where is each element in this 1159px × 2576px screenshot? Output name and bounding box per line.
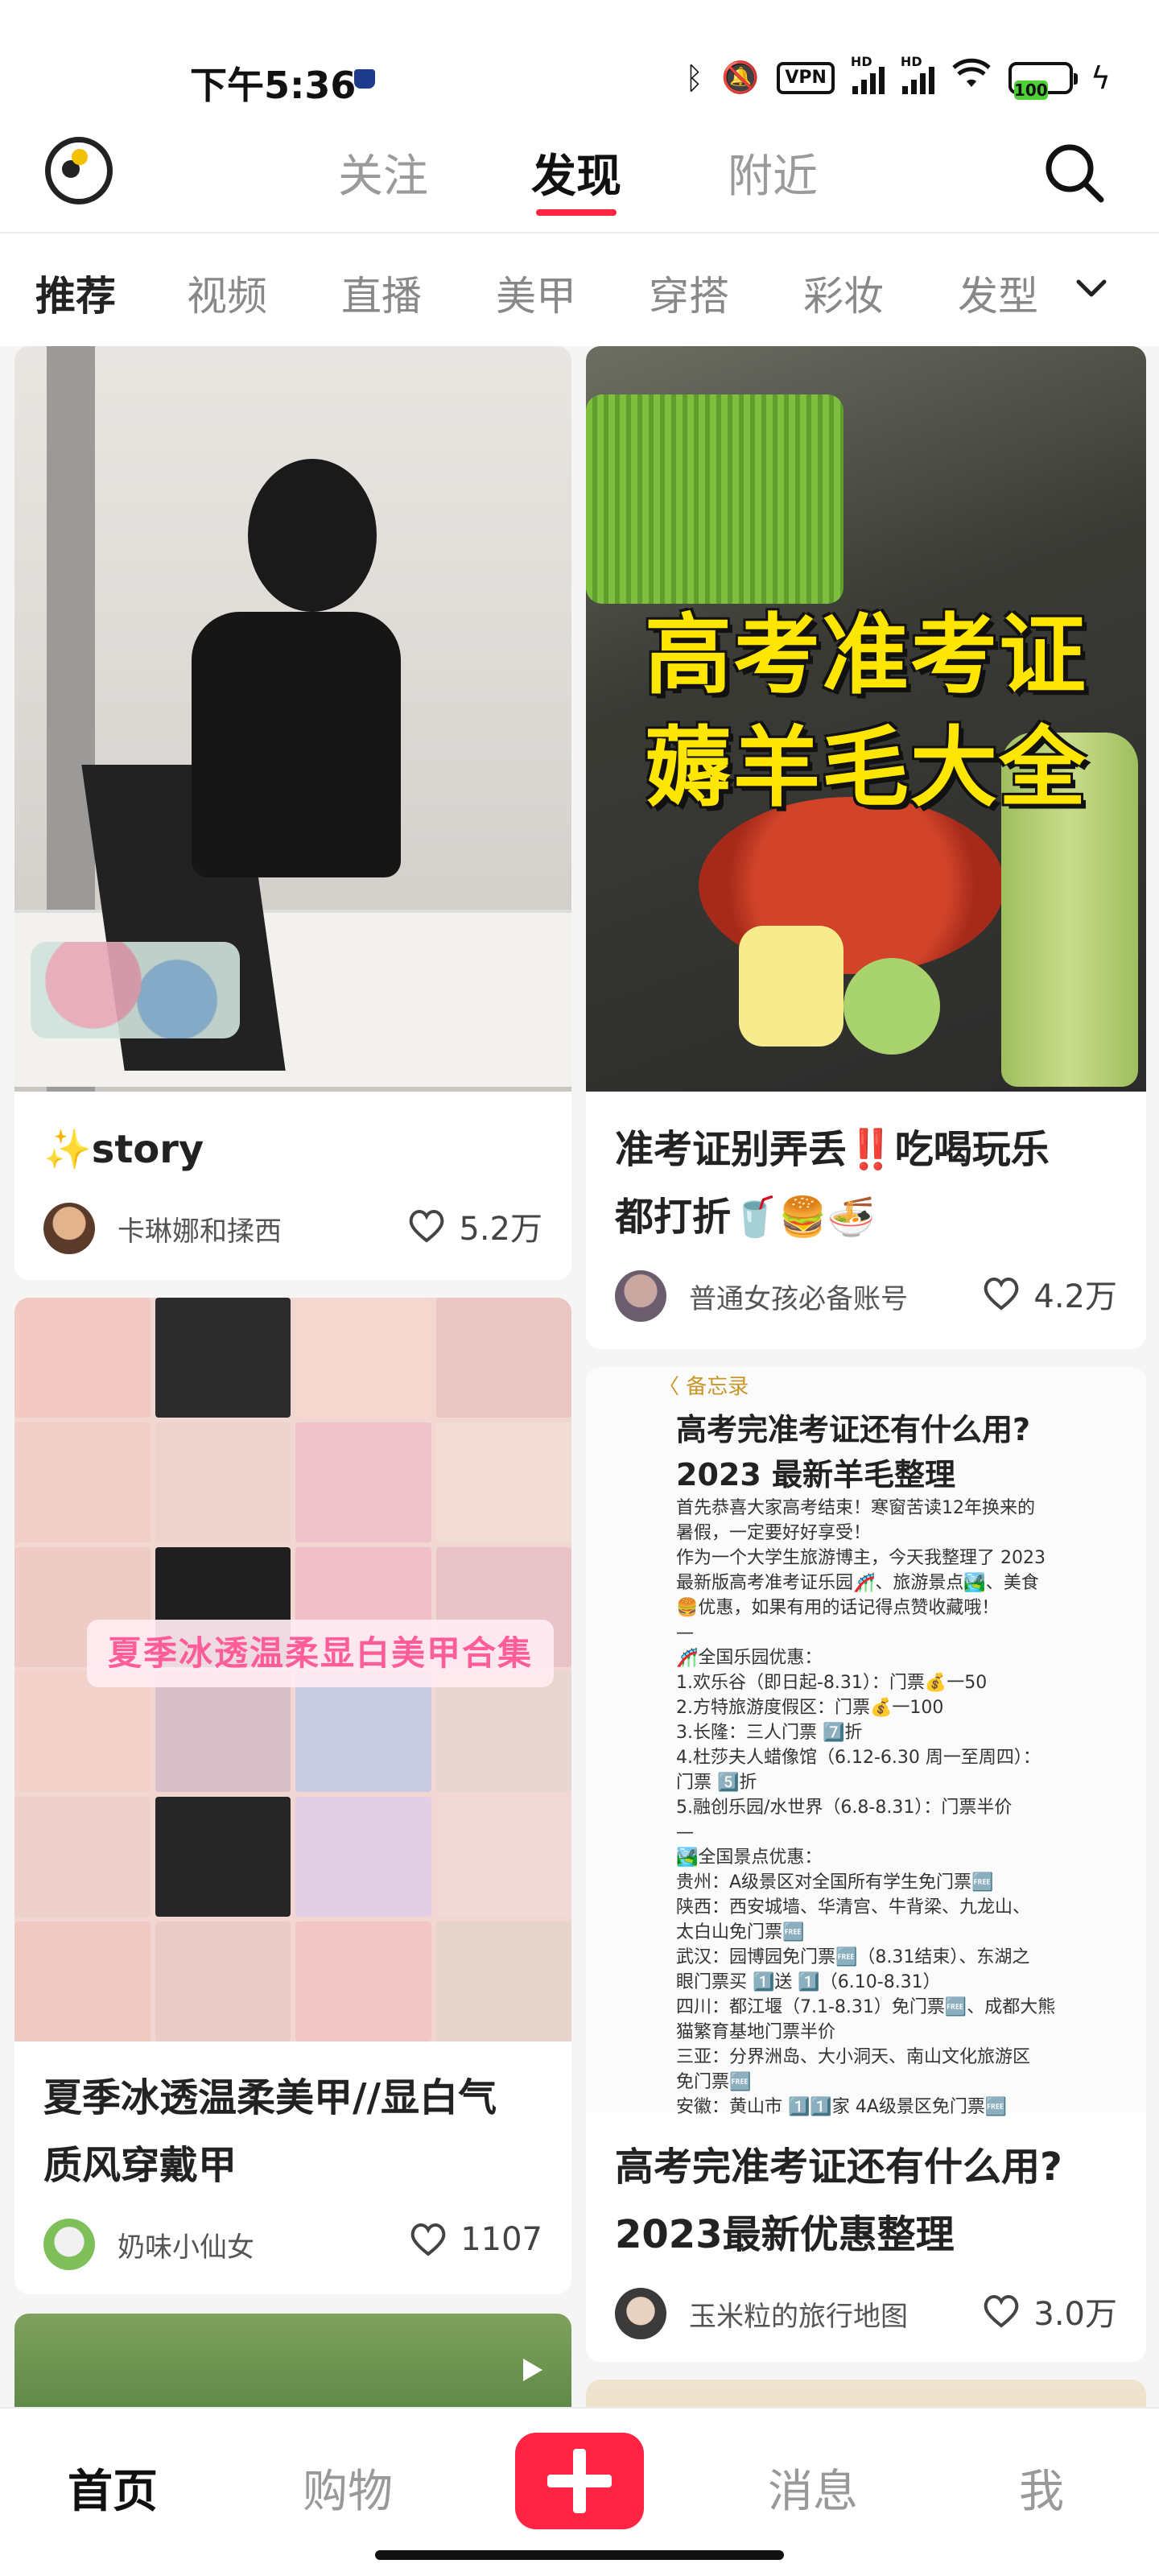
like-button[interactable]: 4.2万 <box>980 1270 1117 1317</box>
author-name: 奶味小仙女 <box>118 2231 254 2264</box>
card-author[interactable]: 卡琳娜和揉西 <box>43 1203 282 1254</box>
publish-button[interactable] <box>515 2433 644 2529</box>
search-icon[interactable] <box>1041 140 1106 204</box>
like-count: 5.2万 <box>459 1211 542 1248</box>
tab-messages[interactable]: 消息 <box>768 2455 858 2520</box>
avatar <box>43 1203 95 1254</box>
card-author[interactable]: 普通女孩必备账号 <box>615 1270 908 1322</box>
card-image: 夏季冰透温柔显白美甲合集 <box>14 1298 571 2041</box>
home-indicator[interactable] <box>375 2550 784 2560</box>
tab-nearby[interactable]: 附近 <box>728 140 818 205</box>
memo-back-link: 〈 备忘录 <box>658 1375 749 1399</box>
like-button[interactable]: 1107 <box>407 2219 542 2260</box>
tab-discover[interactable]: 发现 <box>531 140 621 205</box>
status-time: 下午5:36 <box>190 64 357 107</box>
card-image: 〈 备忘录 高考完准考证还有什么用? 2023 最新羊毛整理 首先恭喜大家高考结… <box>586 1367 1146 2117</box>
status-icons: ᛒ 🔕 VPN HD HD 100 ϟ <box>685 54 1111 100</box>
avatar <box>615 1270 666 1322</box>
like-count: 3.0万 <box>1033 2296 1117 2333</box>
avatar <box>615 2288 666 2339</box>
tab-home[interactable]: 首页 <box>68 2455 158 2520</box>
author-name: 卡琳娜和揉西 <box>118 1215 282 1248</box>
feed-card[interactable]: 高考准考证 薅羊毛大全 准考证别弄丢‼️吃喝玩乐 都打折🥤🍔🍜 普通女孩必备账号… <box>586 346 1146 1349</box>
category-nails[interactable]: 美甲 <box>496 264 576 322</box>
like-count: 1107 <box>460 2221 542 2258</box>
heart-icon <box>409 1210 444 1243</box>
video-play-icon <box>523 2359 542 2381</box>
card-image: 高考准考证 薅羊毛大全 <box>586 346 1146 1092</box>
top-nav: 关注 发现 附近 <box>0 137 1159 233</box>
chevron-down-icon[interactable] <box>1069 266 1114 311</box>
category-bar: 推荐 视频 直播 美甲 穿搭 彩妆 发型 <box>0 233 1159 346</box>
bluetooth-icon: ᛒ <box>685 60 704 96</box>
category-makeup[interactable]: 彩妆 <box>803 264 884 322</box>
image-overlay-text: 高考准考证 <box>644 605 1087 706</box>
mute-bell-icon: 🔕 <box>721 60 760 95</box>
card-title-line2: 都打折🥤🍔🍜 <box>615 1195 876 1240</box>
heart-icon <box>984 2295 1019 2328</box>
camera-logo-icon[interactable] <box>45 137 113 204</box>
like-button[interactable]: 5.2万 <box>406 1203 542 1249</box>
charging-icon: ϟ <box>1090 60 1111 96</box>
card-title: ✨story <box>43 1127 204 1172</box>
category-video[interactable]: 视频 <box>187 264 267 322</box>
notification-app-icon <box>354 69 375 89</box>
card-author[interactable]: 玉米粒的旅行地图 <box>615 2288 908 2339</box>
vpn-icon: VPN <box>777 61 835 94</box>
card-title: 准考证别弄丢‼️吃喝玩乐 <box>615 1127 1050 1172</box>
battery-icon: 100 <box>1008 61 1078 100</box>
feed-card[interactable]: ✨story 卡琳娜和揉西 5.2万 <box>14 346 571 1280</box>
author-name: 玉米粒的旅行地图 <box>689 2300 908 2333</box>
like-count: 4.2万 <box>1033 1278 1117 1315</box>
card-title: 高考完准考证还有什么用? <box>615 2145 1062 2190</box>
card-title-line2: 质风穿戴甲 <box>43 2143 237 2188</box>
category-outfit[interactable]: 穿搭 <box>649 264 729 322</box>
like-button[interactable]: 3.0万 <box>980 2288 1117 2334</box>
author-name: 普通女孩必备账号 <box>689 1282 908 1315</box>
feed-card[interactable]: 〈 备忘录 高考完准考证还有什么用? 2023 最新羊毛整理 首先恭喜大家高考结… <box>586 1367 1146 2362</box>
signal-icon: HD <box>851 54 885 94</box>
tab-shop[interactable]: 购物 <box>303 2455 393 2520</box>
active-tab-underline <box>536 209 617 216</box>
status-bar: 下午5:36 ᛒ 🔕 VPN HD HD 100 ϟ <box>0 0 1159 137</box>
card-author[interactable]: 奶味小仙女 <box>43 2219 254 2270</box>
wifi-icon <box>952 58 991 97</box>
signal-icon-2: HD <box>901 54 934 94</box>
heart-icon <box>984 1278 1019 1311</box>
card-title-line2: 2023最新优惠整理 <box>615 2212 955 2257</box>
category-recommend[interactable]: 推荐 <box>35 264 116 322</box>
tab-following[interactable]: 关注 <box>338 140 428 205</box>
memo-heading: 高考完准考证还有什么用? 2023 最新羊毛整理 <box>676 1412 1031 1492</box>
avatar <box>43 2219 95 2270</box>
feed-card[interactable]: 夏季冰透温柔显白美甲合集 夏季冰透温柔美甲//显白气 质风穿戴甲 奶味小仙女 1… <box>14 1298 571 2294</box>
image-banner-text: 夏季冰透温柔显白美甲合集 <box>87 1620 554 1687</box>
card-image <box>14 346 571 1092</box>
card-title: 夏季冰透温柔美甲//显白气 <box>43 2075 497 2120</box>
app-screen: 下午5:36 ᛒ 🔕 VPN HD HD 100 ϟ 关注 发现 附近 推荐 视… <box>0 0 1159 2576</box>
image-overlay-text: 薅羊毛大全 <box>644 718 1087 819</box>
category-live[interactable]: 直播 <box>341 264 422 322</box>
tab-me[interactable]: 我 <box>1019 2455 1064 2520</box>
heart-icon <box>410 2223 446 2256</box>
memo-body: 首先恭喜大家高考结束！寒窗苦读12年换来的 暑假，一定要好好享受！ 作为一个大学… <box>676 1498 1056 2117</box>
category-hairstyle[interactable]: 发型 <box>958 264 1038 322</box>
